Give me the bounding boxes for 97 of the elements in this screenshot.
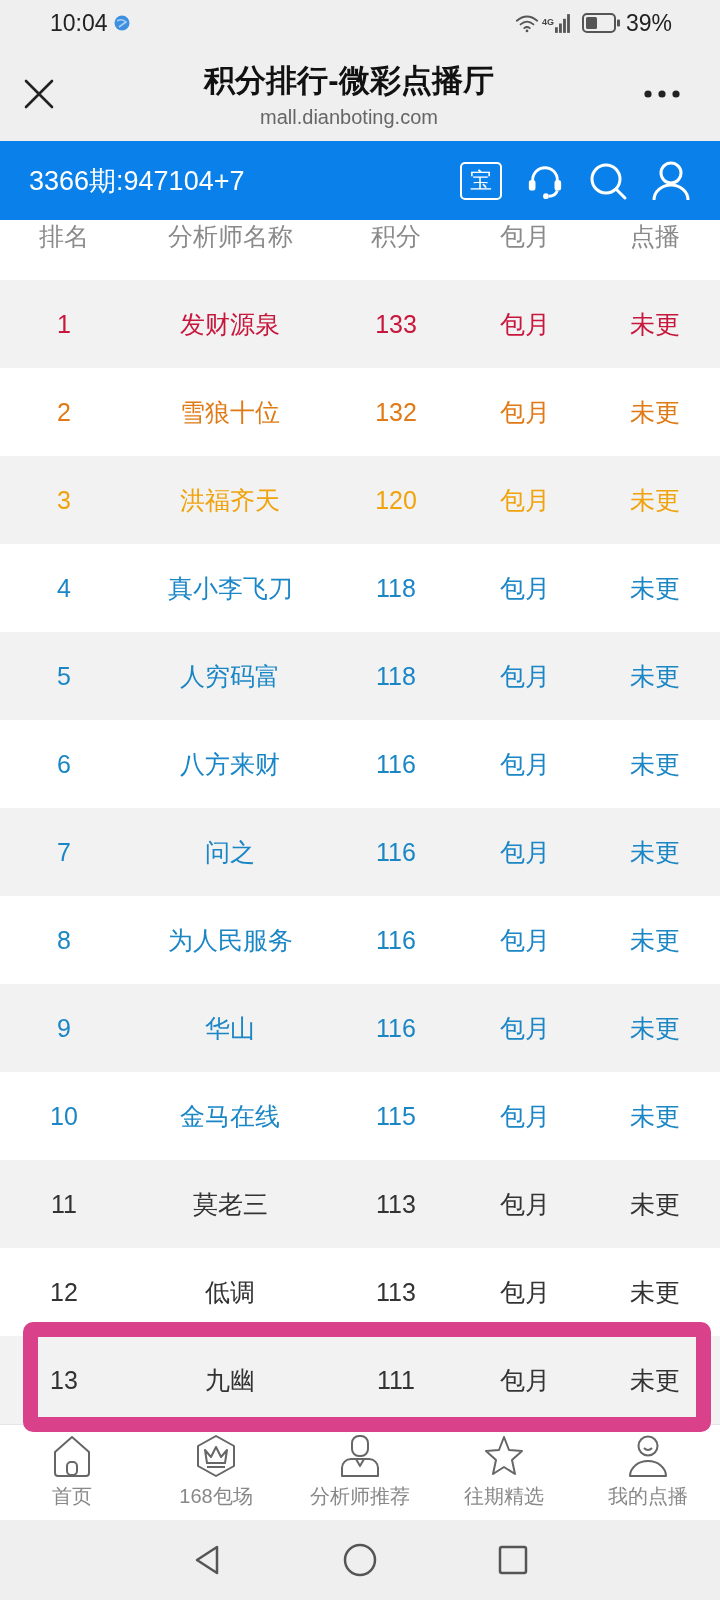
table-cell-text: 未更 [630, 397, 680, 428]
user-icon[interactable] [652, 160, 690, 201]
table-cell-text: 华山 [205, 1013, 255, 1044]
person-icon[interactable] [340, 1435, 380, 1477]
table-cell-text: 113 [376, 1189, 416, 1220]
nav-tab[interactable]: 首页 [52, 1483, 92, 1509]
recents-square-icon[interactable] [498, 1545, 528, 1575]
wifi-icon [514, 13, 539, 33]
table-cell-text: 9 [57, 1013, 71, 1044]
table-cell-text: 包月 [500, 397, 550, 428]
nav-tab[interactable]: 我的点播 [608, 1483, 688, 1509]
nav-tab[interactable]: 往期精选 [464, 1483, 544, 1509]
table-cell-text: 包月 [500, 1365, 550, 1396]
table-cell-text: 未更 [630, 1277, 680, 1308]
table-cell-text: 莫老三 [192, 1189, 268, 1220]
crown-icon[interactable] [196, 1435, 236, 1477]
table-cell-text: 未更 [630, 485, 680, 516]
signal-icon [554, 13, 570, 33]
table-cell-text: 133 [375, 309, 417, 340]
table-cell-text: 116 [376, 925, 416, 956]
table-cell-text: 8 [57, 925, 71, 956]
table-cell-text: 未更 [630, 1365, 680, 1396]
table-cell-text: 118 [376, 661, 416, 692]
table-cell-text: 九幽 [205, 1365, 255, 1396]
table-cell-text: 包月 [500, 1189, 550, 1220]
home-circle-icon[interactable] [343, 1543, 377, 1577]
table-cell-text: 未更 [630, 309, 680, 340]
table-cell-text: 包月 [500, 1101, 550, 1132]
table-cell-text: 未更 [630, 837, 680, 868]
close-icon[interactable] [24, 78, 54, 109]
column-header: 包月 [500, 221, 550, 252]
status-time: 10:04 [50, 9, 108, 37]
table-cell-text: 包月 [500, 309, 550, 340]
table-cell-text: 未更 [630, 925, 680, 956]
table-cell-text: 低调 [205, 1277, 255, 1308]
table-cell-text: 包月 [500, 1013, 550, 1044]
table-cell-text: 116 [376, 1013, 416, 1044]
table-cell-text: 金马在线 [180, 1101, 280, 1132]
battery-icon [581, 13, 620, 33]
back-icon[interactable] [194, 1545, 220, 1575]
table-cell-text: 116 [376, 749, 416, 780]
page-title: 积分排行-微彩点播厅 [204, 61, 494, 100]
table-cell-text: 包月 [500, 749, 550, 780]
table-cell-text: 3 [57, 485, 71, 516]
table-cell-text: 包月 [500, 837, 550, 868]
network-type: 4G [541, 17, 554, 27]
table-cell-text: 为人民服务 [167, 925, 293, 956]
column-header: 分析师名称 [167, 221, 293, 252]
home-icon[interactable] [52, 1435, 92, 1477]
draw-result: 3366期:947104+7 [29, 164, 246, 198]
table-cell-text: 132 [375, 397, 417, 428]
table-cell-text: 人穷码富 [180, 661, 280, 692]
table-cell-text: 118 [376, 573, 416, 604]
table-cell-text: 4 [57, 573, 71, 604]
table-cell-text: 12 [50, 1277, 78, 1308]
table-cell-text: 11 [51, 1189, 77, 1220]
nav-tab[interactable]: 分析师推荐 [310, 1483, 410, 1509]
table-cell-text: 10 [50, 1101, 78, 1132]
battery-level: 39% [625, 9, 672, 37]
table-cell-text: 116 [376, 837, 416, 868]
table-cell-text: 未更 [630, 661, 680, 692]
table-cell-text: 洪福齐天 [180, 485, 280, 516]
smiling-person-icon[interactable] [628, 1435, 668, 1477]
table-cell-text: 1 [57, 309, 71, 340]
table-cell-text: 包月 [500, 1277, 550, 1308]
table-cell-text: 6 [57, 749, 71, 780]
table-cell-text: 113 [376, 1277, 416, 1308]
table-cell-text: 包月 [500, 661, 550, 692]
table-cell-text: 2 [57, 397, 71, 428]
page-url: mall.dianboting.com [260, 104, 438, 130]
table-cell-text: 未更 [630, 1101, 680, 1132]
globe-icon [113, 15, 130, 31]
table-cell-text: 包月 [500, 573, 550, 604]
table-cell-text: 包月 [500, 485, 550, 516]
table-cell-text: 未更 [630, 1013, 680, 1044]
column-header: 积分 [371, 221, 421, 252]
table-cell-text: 真小李飞刀 [167, 573, 293, 604]
column-header: 点播 [630, 221, 680, 252]
table-cell-text: 雪狼十位 [180, 397, 280, 428]
table-cell-text: 13 [50, 1365, 78, 1396]
table-cell-text: 八方来财 [180, 749, 280, 780]
table-cell-text: 问之 [205, 837, 255, 868]
column-header: 排名 [39, 221, 89, 252]
table-cell-text: 未更 [630, 1189, 680, 1220]
table-cell-text: 7 [57, 837, 71, 868]
table-cell-text: 发财源泉 [180, 309, 280, 340]
table-cell-text: 120 [375, 485, 417, 516]
table-cell-text: 未更 [630, 749, 680, 780]
badge-button[interactable]: 宝 [460, 161, 502, 200]
star-icon[interactable] [484, 1435, 524, 1477]
table-cell-text: 包月 [500, 925, 550, 956]
table-cell-text: 115 [376, 1101, 416, 1132]
table-cell-text: 5 [57, 661, 71, 692]
table-cell-text: 未更 [630, 573, 680, 604]
more-icon[interactable] [644, 89, 680, 98]
nav-tab[interactable]: 168包场 [179, 1483, 253, 1509]
table-cell-text: 111 [377, 1365, 415, 1396]
